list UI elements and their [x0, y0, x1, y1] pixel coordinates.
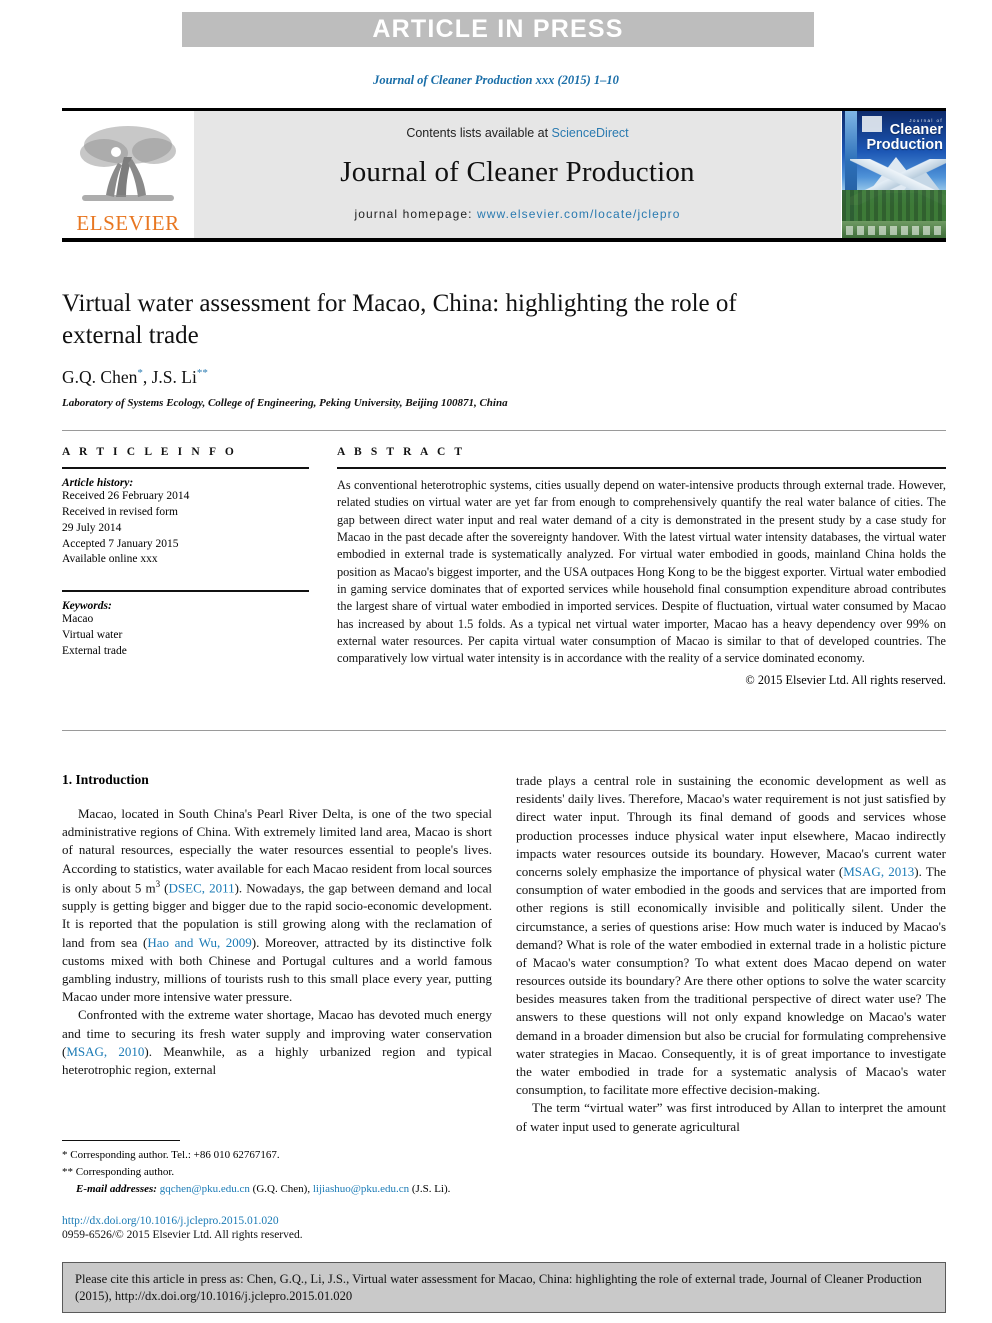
body-column-left: 1. Introduction Macao, located in South …	[62, 772, 492, 1136]
contents-prefix: Contents lists available at	[406, 126, 552, 140]
journal-homepage-link[interactable]: www.elsevier.com/locate/jclepro	[477, 207, 681, 221]
body-paragraph: Macao, located in South China's Pearl Ri…	[62, 805, 492, 1006]
contents-list-line: Contents lists available at ScienceDirec…	[406, 126, 628, 140]
issn-copyright-line: 0959-6526/© 2015 Elsevier Ltd. All right…	[62, 1229, 303, 1241]
abstract-bottom-rule	[62, 730, 946, 731]
journal-homepage-line: journal homepage: www.elsevier.com/locat…	[354, 207, 680, 221]
citation-link[interactable]: DSEC, 2011	[169, 880, 235, 895]
article-info-column: A R T I C L E I N F O Article history: R…	[62, 446, 309, 688]
keywords-label: Keywords:	[62, 600, 112, 613]
abstract-text: As conventional heterotrophic systems, c…	[337, 478, 946, 666]
section-heading-introduction: 1. Introduction	[62, 772, 149, 787]
abstract-heading: A B S T R A C T	[337, 446, 466, 458]
article-history-item: Received 26 February 2014	[62, 490, 190, 502]
article-first-page: ARTICLE IN PRESS Journal of Cleaner Prod…	[0, 0, 992, 1323]
journal-masthead: ELSEVIER Contents lists available at Sci…	[62, 111, 946, 238]
footnote-mark: **	[62, 1165, 73, 1178]
please-cite-box: Please cite this article in press as: Ch…	[62, 1262, 946, 1314]
author-affiliation: Laboratory of Systems Ecology, College o…	[62, 397, 508, 409]
article-history-label: Article history:	[62, 477, 134, 489]
article-info-divider	[62, 467, 309, 469]
cover-title-line2: Production	[866, 136, 943, 153]
author-list: G.Q. Chen*, J.S. Li**	[62, 367, 208, 387]
doi-link[interactable]: http://dx.doi.org/10.1016/j.jclepro.2015…	[62, 1215, 492, 1227]
journal-title: Journal of Cleaner Production	[340, 156, 695, 188]
citation-link[interactable]: MSAG, 2013	[843, 864, 914, 879]
abstract-divider	[337, 467, 946, 469]
article-history-item: Received in revised form	[62, 505, 178, 518]
paragraph-text: (	[160, 880, 169, 896]
author-2: J.S. Li	[151, 367, 197, 387]
citation-link[interactable]: MSAG, 2010	[66, 1044, 144, 1059]
body-columns: 1. Introduction Macao, located in South …	[62, 772, 946, 1136]
footnote-text: Corresponding author. Tel.: +86 010 6276…	[70, 1149, 280, 1161]
article-info-heading: A R T I C L E I N F O	[62, 446, 237, 458]
footnotes-block: * Corresponding author. Tel.: +86 010 62…	[62, 1140, 492, 1198]
masthead-bottom-rule	[62, 238, 946, 242]
please-cite-text: Please cite this article in press as: Ch…	[75, 1272, 922, 1303]
info-abstract-region: A R T I C L E I N F O Article history: R…	[62, 446, 946, 688]
body-paragraph: trade plays a central role in sustaining…	[516, 772, 946, 1099]
doi-block: http://dx.doi.org/10.1016/j.jclepro.2015…	[62, 1215, 492, 1241]
keywords-divider	[62, 590, 309, 593]
citation-link[interactable]: Hao and Wu, 2009	[147, 935, 251, 950]
footnote-separator-rule	[62, 1140, 180, 1141]
paragraph-text: ). The consumption of water embodied in …	[516, 863, 946, 1098]
elsevier-logo: ELSEVIER	[62, 111, 194, 238]
title-block: Virtual water assessment for Macao, Chin…	[62, 288, 946, 409]
footnote-mark: *	[62, 1149, 68, 1161]
footnote-text: Corresponding author.	[75, 1165, 175, 1178]
body-paragraph: Confronted with the extreme water shorta…	[62, 1006, 492, 1079]
article-history-item: Accepted 7 January 2015	[62, 537, 179, 550]
email-owner-li: (J.S. Li).	[411, 1183, 451, 1196]
email-link-li[interactable]: lijiashuo@pku.edu.cn	[313, 1183, 409, 1195]
sciencedirect-link[interactable]: ScienceDirect	[552, 126, 629, 140]
footnote-corresponding-author-1: * Corresponding author. Tel.: +86 010 62…	[62, 1148, 492, 1164]
body-column-right: trade plays a central role in sustaining…	[516, 772, 946, 1136]
cover-title-line1: Cleaner	[889, 122, 943, 138]
cover-kicker: Journal of	[909, 118, 943, 123]
article-history-item: 29 July 2014	[62, 521, 122, 534]
email-addresses-label: E-mail addresses:	[76, 1183, 157, 1196]
journal-cover-thumbnail: Journal of Cleaner Production	[841, 111, 946, 238]
info-section-top-rule	[62, 430, 946, 431]
footnote-email-addresses: E-mail addresses: gqchen@pku.edu.cn (G.Q…	[62, 1182, 492, 1198]
keyword-item: Macao	[62, 613, 94, 626]
body-paragraph: The term “virtual water” was first intro…	[516, 1100, 946, 1134]
cover-tree-line	[842, 190, 946, 222]
author-1: G.Q. Chen	[62, 367, 138, 387]
keyword-item: Virtual water	[62, 629, 123, 642]
keyword-item: External trade	[62, 645, 127, 658]
abstract-copyright: © 2015 Elsevier Ltd. All rights reserved…	[745, 672, 946, 687]
email-owner-chen: (G.Q. Chen),	[252, 1183, 311, 1196]
footnote-corresponding-author-2: ** Corresponding author.	[62, 1165, 492, 1181]
homepage-prefix: journal homepage:	[354, 207, 478, 221]
cover-title-text: Journal of Cleaner Production	[860, 118, 943, 153]
cover-footer-strip	[846, 226, 943, 235]
author-2-footnote-mark[interactable]: **	[197, 367, 208, 379]
article-in-press-banner: ARTICLE IN PRESS	[182, 12, 814, 47]
masthead-center: Contents lists available at ScienceDirec…	[194, 111, 841, 238]
elsevier-wordmark: ELSEVIER	[76, 211, 180, 235]
article-history-item: Available online xxx	[62, 553, 158, 566]
elsevier-tree-icon	[74, 123, 182, 211]
author-1-footnote-mark[interactable]: *	[137, 367, 143, 379]
email-link-chen[interactable]: gqchen@pku.edu.cn	[160, 1183, 250, 1195]
page-title: Virtual water assessment for Macao, Chin…	[62, 290, 737, 349]
abstract-column: A B S T R A C T As conventional heterotr…	[337, 446, 946, 688]
running-head: Journal of Cleaner Production xxx (2015)…	[373, 73, 619, 87]
article-in-press-label: ARTICLE IN PRESS	[372, 15, 624, 43]
